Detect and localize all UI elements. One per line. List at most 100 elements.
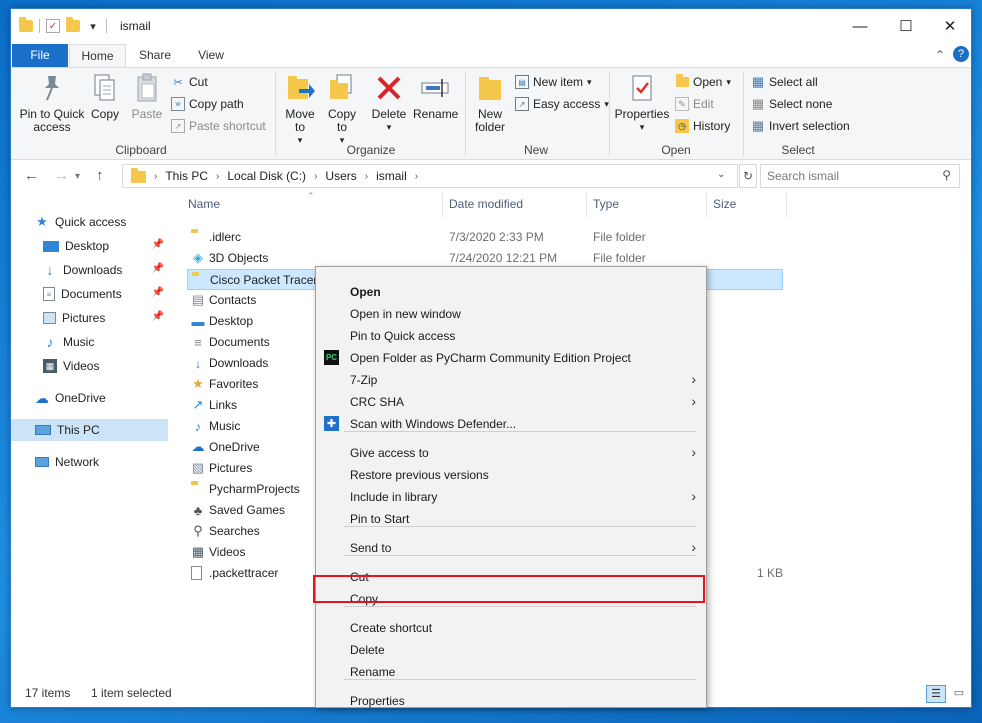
tab-home[interactable]: Home	[69, 44, 126, 68]
nav-quick-access[interactable]: ★ Quick access	[11, 211, 168, 233]
maximize-button[interactable]: ☐	[883, 9, 929, 43]
column-divider[interactable]	[442, 193, 443, 217]
history-button[interactable]: ◷ History	[675, 116, 730, 136]
large-icons-view-icon[interactable]: ▭	[949, 685, 969, 703]
new-folder-button[interactable]: New folder	[469, 72, 511, 134]
invert-selection-label: Invert selection	[769, 119, 850, 133]
pin-icon[interactable]: 📌	[152, 287, 164, 298]
menu-item-properties[interactable]: Properties	[316, 690, 706, 712]
customize-toolbar-icon[interactable]: ▾	[86, 19, 100, 33]
copy-path-button[interactable]: w Copy path	[171, 94, 244, 114]
pin-icon[interactable]: 📌	[152, 311, 164, 322]
pin-icon[interactable]: 📌	[152, 263, 164, 274]
menu-item-pin-quick-access[interactable]: Pin to Quick access	[316, 325, 706, 347]
menu-item-crc-sha[interactable]: CRC SHA ›	[316, 391, 706, 413]
select-none-button[interactable]: ▦ Select none	[751, 94, 833, 114]
column-divider[interactable]	[706, 193, 707, 217]
copy-to-button[interactable]: Copy to ▾	[323, 72, 361, 147]
menu-item-give-access[interactable]: Give access to ›	[316, 442, 706, 464]
invert-selection-button[interactable]: ▦ Invert selection	[751, 116, 850, 136]
minimize-button[interactable]: —	[837, 9, 883, 43]
column-header-size[interactable]: Size	[713, 197, 736, 211]
select-all-button[interactable]: ▦ Select all	[751, 72, 818, 92]
tab-view[interactable]: View	[187, 44, 235, 68]
back-arrow-icon[interactable]: ←	[24, 167, 39, 184]
rename-button[interactable]: Rename	[413, 72, 458, 121]
cut-button[interactable]: ✂ Cut	[171, 72, 207, 92]
pin-to-quick-access-button[interactable]: Pin to Quick access	[17, 72, 87, 134]
breadcrumb-users[interactable]: Users	[325, 169, 356, 183]
tab-file[interactable]: File	[12, 44, 68, 68]
paste-shortcut-button[interactable]: ↗ Paste shortcut	[171, 116, 266, 136]
file-name: OneDrive	[209, 440, 260, 454]
paste-button[interactable]: Paste	[129, 72, 165, 121]
nav-label: Videos	[63, 359, 100, 373]
nav-videos[interactable]: ▦ Videos	[11, 355, 168, 377]
details-view-icon[interactable]: ☰	[926, 685, 946, 703]
nav-music[interactable]: ♪ Music	[11, 331, 168, 353]
desktop-icon	[43, 240, 59, 252]
pictures-icon	[43, 312, 56, 324]
recent-locations-icon[interactable]: ▾	[75, 171, 80, 182]
close-button[interactable]: ✕	[927, 9, 971, 43]
menu-item-include-library[interactable]: Include in library ›	[316, 486, 706, 508]
forward-arrow-icon[interactable]: →	[54, 167, 69, 184]
properties-check-icon[interactable]: ✓	[46, 19, 60, 33]
column-header-date[interactable]: Date modified	[449, 197, 523, 211]
new-folder-icon[interactable]	[66, 17, 80, 32]
edit-label: Edit	[693, 97, 714, 111]
easy-access-button[interactable]: ↗ Easy access ▾	[515, 94, 609, 114]
properties-button[interactable]: Properties ▾	[613, 72, 671, 134]
menu-separator	[344, 555, 696, 556]
column-divider[interactable]	[586, 193, 587, 217]
copy-button[interactable]: Copy	[87, 72, 123, 121]
breadcrumb-separator: ›	[414, 170, 419, 182]
chevron-right-icon: ›	[691, 488, 696, 504]
breadcrumb-this-pc[interactable]: This PC	[165, 169, 208, 183]
nav-label: This PC	[57, 423, 100, 437]
file-name: .packettracer	[209, 566, 279, 580]
pin-icon[interactable]: 📌	[152, 239, 164, 250]
column-divider[interactable]	[786, 193, 787, 217]
edit-button[interactable]: ✎ Edit	[675, 94, 714, 114]
address-history-chevron-down-icon[interactable]: ⌄	[717, 169, 725, 180]
menu-item-open[interactable]: Open	[316, 281, 706, 303]
nav-onedrive[interactable]: ☁ OneDrive	[11, 387, 168, 409]
chevron-right-icon: ›	[691, 371, 696, 387]
delete-button[interactable]: Delete ▾	[369, 72, 409, 134]
menu-item-create-shortcut[interactable]: Create shortcut	[316, 617, 706, 639]
context-menu: Open Open in new window Pin to Quick acces…	[315, 266, 707, 708]
menu-item-7zip[interactable]: 7-Zip ›	[316, 369, 706, 391]
nav-downloads[interactable]: ↓ Downloads 📌	[11, 259, 168, 281]
nav-this-pc[interactable]: This PC	[11, 419, 168, 441]
title-bar: ✓ ▾ ismail — ☐ ✕	[11, 9, 971, 44]
move-to-button[interactable]: Move to ▾	[281, 72, 319, 147]
refresh-icon[interactable]: ↻	[739, 164, 757, 188]
address-bar[interactable]: › This PC › Local Disk (C:) › Users › is…	[122, 164, 738, 188]
menu-item-open-new-window[interactable]: Open in new window	[316, 303, 706, 325]
menu-item-open-pycharm[interactable]: PC Open Folder as PyCharm Community Editi…	[316, 347, 706, 369]
nav-network[interactable]: Network	[11, 451, 168, 473]
open-button[interactable]: Open ▾	[675, 72, 731, 92]
column-header-type[interactable]: Type	[593, 197, 619, 211]
file-row[interactable]: .idlerc 7/3/2020 2:33 PM File folder	[187, 227, 783, 248]
up-arrow-icon[interactable]: ↑	[96, 167, 104, 184]
menu-item-delete[interactable]: Delete	[316, 639, 706, 661]
menu-item-label: Delete	[350, 643, 385, 657]
menu-item-restore-versions[interactable]: Restore previous versions	[316, 464, 706, 486]
easy-access-icon: ↗	[515, 97, 529, 111]
breadcrumb-ismail[interactable]: ismail	[376, 169, 407, 183]
column-header-name[interactable]: Name	[188, 197, 220, 211]
nav-pictures[interactable]: Pictures 📌	[11, 307, 168, 329]
breadcrumb-local-disk[interactable]: Local Disk (C:)	[227, 169, 306, 183]
tab-share[interactable]: Share	[131, 44, 179, 68]
nav-label: Pictures	[62, 311, 106, 325]
new-item-button[interactable]: ▤ New item ▾	[515, 72, 592, 92]
nav-documents[interactable]: ≡ Documents 📌	[11, 283, 168, 305]
move-to-label: Move to	[285, 107, 315, 134]
collapse-ribbon-icon[interactable]: ⌃	[935, 48, 945, 62]
nav-label: Network	[55, 455, 100, 469]
help-icon[interactable]: ?	[953, 46, 969, 62]
search-input[interactable]: Search ismail ⚲	[760, 164, 960, 188]
nav-desktop[interactable]: Desktop 📌	[11, 235, 168, 257]
